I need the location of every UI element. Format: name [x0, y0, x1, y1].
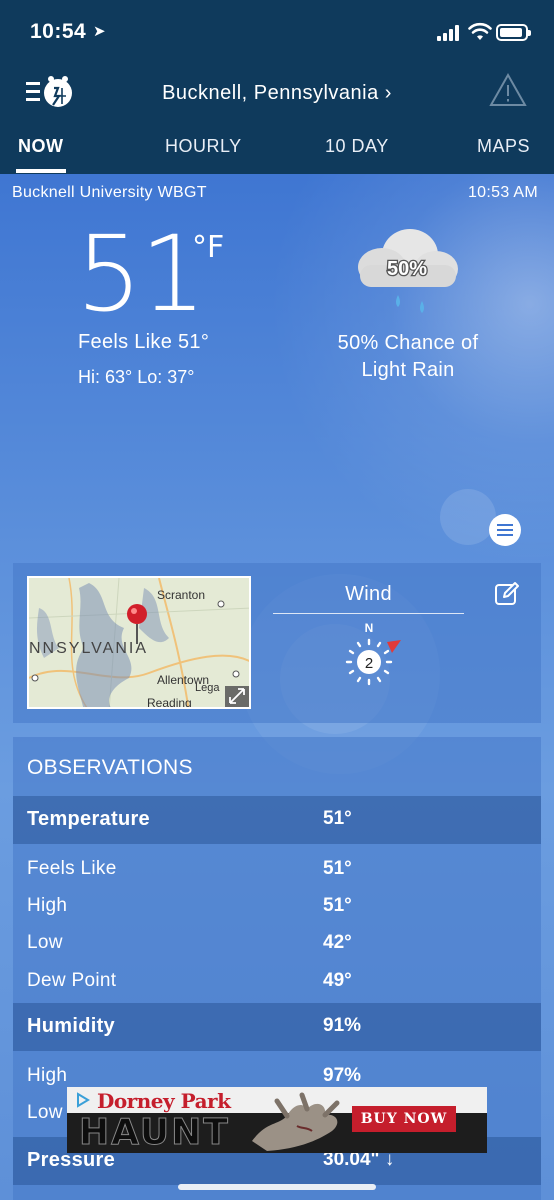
- chevron-right-icon: ›: [384, 82, 392, 104]
- cellular-signal-icon: [437, 25, 463, 41]
- ad-headline: HAUNT: [79, 1112, 230, 1153]
- obs-label: Dew Point: [27, 970, 117, 991]
- radar-map[interactable]: Scranton NNSYLVANIA Allentown Lega Readi…: [27, 576, 251, 709]
- ad-choices-icon[interactable]: [75, 1092, 91, 1108]
- station-name: Bucknell University WBGT: [12, 184, 207, 201]
- precip-summary: 50% Chance of Light Rain: [320, 330, 496, 384]
- obs-value: 51°: [323, 895, 352, 916]
- ad-banner[interactable]: Dorney Park HAUNT BUY NOW: [67, 1087, 487, 1153]
- observation-time: 10:53 AM: [467, 184, 538, 201]
- obs-row-temperature: Temperature 51°: [13, 796, 541, 844]
- location-name: Bucknell, Pennsylvania: [162, 82, 379, 104]
- tab-maps[interactable]: MAPS: [477, 136, 530, 157]
- temperature-unit[interactable]: °F: [192, 230, 224, 265]
- rain-cloud-icon: 50%: [358, 229, 458, 313]
- obs-row-humidity: Humidity 91%: [13, 1003, 541, 1051]
- obs-value: 51°: [323, 808, 352, 829]
- obs-row-low: Low 42°: [13, 924, 541, 961]
- tab-hourly[interactable]: HOURLY: [165, 136, 242, 157]
- obs-label: Feels Like: [27, 858, 117, 879]
- location-selector[interactable]: Bucknell, Pennsylvania ›: [0, 82, 554, 105]
- obs-value: 91%: [323, 1015, 362, 1036]
- obs-value: 97%: [323, 1065, 362, 1086]
- home-indicator[interactable]: [178, 1184, 376, 1190]
- wind-divider: [273, 613, 464, 614]
- precip-line-1: 50% Chance of: [337, 332, 479, 354]
- obs-value: 42°: [323, 932, 352, 953]
- map-label-reading: Reading: [147, 696, 192, 709]
- wind-direction: N: [365, 621, 374, 635]
- map-label-state: NNSYLVANIA: [29, 640, 148, 657]
- main-tabs: NOW HOURLY 10 DAY MAPS: [0, 136, 554, 174]
- wifi-icon: [468, 22, 492, 40]
- list-view-button[interactable]: [489, 514, 521, 546]
- location-services-icon: ➤: [93, 23, 106, 40]
- ad-brand: Dorney Park: [97, 1089, 231, 1113]
- obs-row-dew-point: Dew Point 49°: [13, 962, 541, 999]
- status-time: 10:54: [30, 20, 87, 43]
- wind-title: Wind: [345, 583, 392, 605]
- precip-badge: 50%: [387, 258, 427, 280]
- wind-speed: 2: [365, 655, 373, 672]
- obs-row-high: High 51°: [13, 887, 541, 924]
- feels-like: Feels Like 51°: [78, 331, 210, 353]
- obs-row-feels-like: Feels Like 51°: [13, 850, 541, 887]
- wind-compass-icon: N 2: [345, 621, 401, 686]
- obs-value: 49°: [323, 970, 352, 991]
- obs-value: 51°: [323, 858, 352, 879]
- current-temperature: 51: [76, 213, 206, 335]
- alert-triangle-icon[interactable]: [488, 72, 528, 108]
- hi-lo: Hi: 63° Lo: 37°: [78, 367, 195, 387]
- obs-label: Low: [27, 932, 63, 953]
- obs-label: Low: [27, 1102, 63, 1123]
- map-label-scranton: Scranton: [157, 588, 206, 602]
- obs-label: Temperature: [27, 808, 150, 830]
- map-label-lega: Lega: [195, 682, 220, 694]
- obs-label: High: [27, 895, 68, 916]
- obs-label: Humidity: [27, 1015, 115, 1037]
- status-bar: 10:54 ➤: [0, 0, 554, 64]
- zombie-hand-icon: [252, 1092, 340, 1151]
- tab-10-day[interactable]: 10 DAY: [325, 136, 389, 157]
- edit-icon[interactable]: [494, 581, 520, 607]
- obs-label: High: [27, 1065, 68, 1086]
- battery-icon: [496, 24, 531, 41]
- tab-now[interactable]: NOW: [16, 136, 65, 173]
- observations-title: OBSERVATIONS: [27, 756, 193, 779]
- precip-line-2: Light Rain: [361, 359, 455, 381]
- ad-buy-now-button[interactable]: BUY NOW: [352, 1106, 456, 1132]
